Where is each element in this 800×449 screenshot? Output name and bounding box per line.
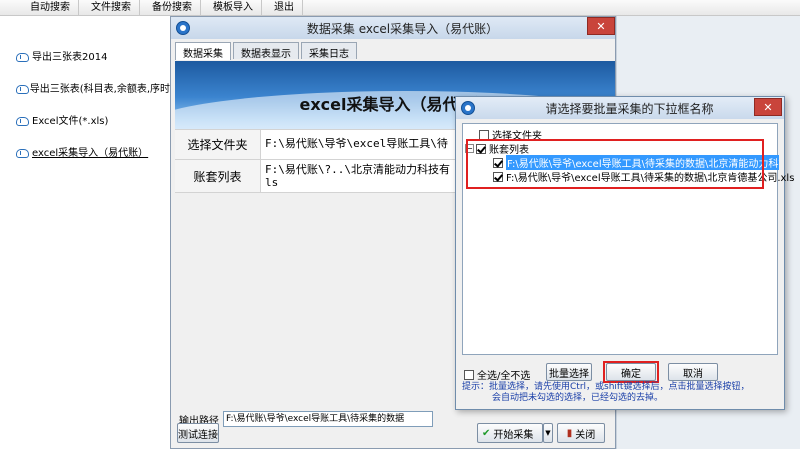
output-path-field[interactable]: F:\易代账\导爷\excel导账工具\待采集的数据 — [223, 411, 433, 427]
dialog-close-icon[interactable]: ✕ — [754, 98, 782, 116]
top-menubar: 自动搜索 文件搜索 备份搜索 模板导入 退出 — [0, 0, 800, 16]
test-connection-button[interactable]: 测试连接 — [177, 423, 219, 443]
menu-file-search[interactable]: 文件搜索 — [83, 0, 140, 15]
tip-line-2: 会自动把未勾选的选择，已经勾选的去掉。 — [492, 393, 664, 403]
nav-item-excel-file[interactable]: Excel文件(*.xls) — [16, 112, 170, 127]
start-collection-dropdown[interactable]: ▼ — [543, 423, 553, 443]
app-icon — [176, 21, 190, 35]
tip-line-1: 提示：批量选择，请先使用Ctrl，或shift键选择后，点击批量选择按钮， — [462, 382, 750, 392]
nav-item-label: Excel文件(*.xls) — [32, 116, 109, 127]
select-all-toggle[interactable]: 全选/全不选 — [464, 367, 530, 382]
tab-collection-log[interactable]: 采集日志 — [301, 42, 357, 60]
batch-select-dialog: 请选择要批量采集的下拉框名称 ✕ 选择文件夹 − 账套列表 F:\易代账\导爷\… — [455, 96, 794, 410]
menu-auto-search[interactable]: 自动搜索 — [22, 0, 79, 15]
chevron-down-icon: ▼ — [545, 429, 551, 437]
cloud-download-icon — [16, 83, 29, 94]
cloud-download-icon — [16, 51, 29, 62]
highlight-box-ok — [603, 361, 659, 383]
start-collection-button[interactable]: ✔ 开始采集 — [477, 423, 543, 443]
close-button[interactable]: ▮ 关闭 — [557, 423, 605, 443]
nav-item-label: excel采集导入（易代账） — [32, 148, 149, 159]
menu-exit[interactable]: 退出 — [266, 0, 303, 15]
dialog-titlebar: 请选择要批量采集的下拉框名称 — [456, 97, 784, 119]
tab-data-collection[interactable]: 数据采集 — [175, 42, 231, 60]
main-window-titlebar: 数据采集 excel采集导入（易代账） — [171, 17, 615, 39]
highlight-box-files — [466, 139, 764, 189]
nav-item-excel-import-yidaizhang[interactable]: excel采集导入（易代账） — [16, 144, 170, 159]
main-window-title: 数据采集 excel采集导入（易代账） — [306, 21, 499, 36]
batch-select-button[interactable]: 批量选择 — [546, 363, 592, 381]
select-folder-label: 选择文件夹 — [175, 130, 261, 159]
main-window-close-icon[interactable]: ✕ — [587, 17, 615, 35]
checkbox-select-all[interactable] — [464, 369, 474, 380]
tab-data-table-display[interactable]: 数据表显示 — [233, 42, 299, 60]
start-collection-label: 开始采集 — [493, 429, 534, 441]
close-label: 关闭 — [575, 429, 596, 441]
main-tabs: 数据采集 数据表显示 采集日志 — [175, 42, 359, 60]
account-list-label: 账套列表 — [175, 160, 261, 192]
nav-item-label: 导出三张表2014 — [32, 52, 108, 63]
app-icon — [461, 101, 475, 115]
cloud-download-icon — [16, 147, 29, 158]
left-nav-panel: 导出三张表2014 导出三张表(科目表,余额表,序时 Excel文件(*.xls… — [0, 16, 170, 449]
check-icon: ✔ — [482, 427, 491, 439]
nav-item-label: 导出三张表(科目表,余额表,序时 — [29, 84, 170, 95]
menu-backup-search[interactable]: 备份搜索 — [144, 0, 201, 15]
checkbox-select-folder[interactable] — [479, 129, 489, 140]
nav-item-export-three-tables[interactable]: 导出三张表(科目表,余额表,序时 — [16, 80, 170, 95]
select-all-label: 全选/全不选 — [477, 371, 531, 382]
nav-item-export-three-tables-2014[interactable]: 导出三张表2014 — [16, 48, 170, 63]
close-door-icon: ▮ — [566, 427, 573, 439]
menu-template-import[interactable]: 模板导入 — [205, 0, 262, 15]
cloud-download-icon — [16, 115, 29, 126]
dialog-title: 请选择要批量采集的下拉框名称 — [545, 101, 714, 116]
tip-text: 提示：批量选择，请先使用Ctrl，或shift键选择后，点击批量选择按钮， 会自… — [462, 382, 782, 404]
cancel-button[interactable]: 取消 — [668, 363, 718, 381]
